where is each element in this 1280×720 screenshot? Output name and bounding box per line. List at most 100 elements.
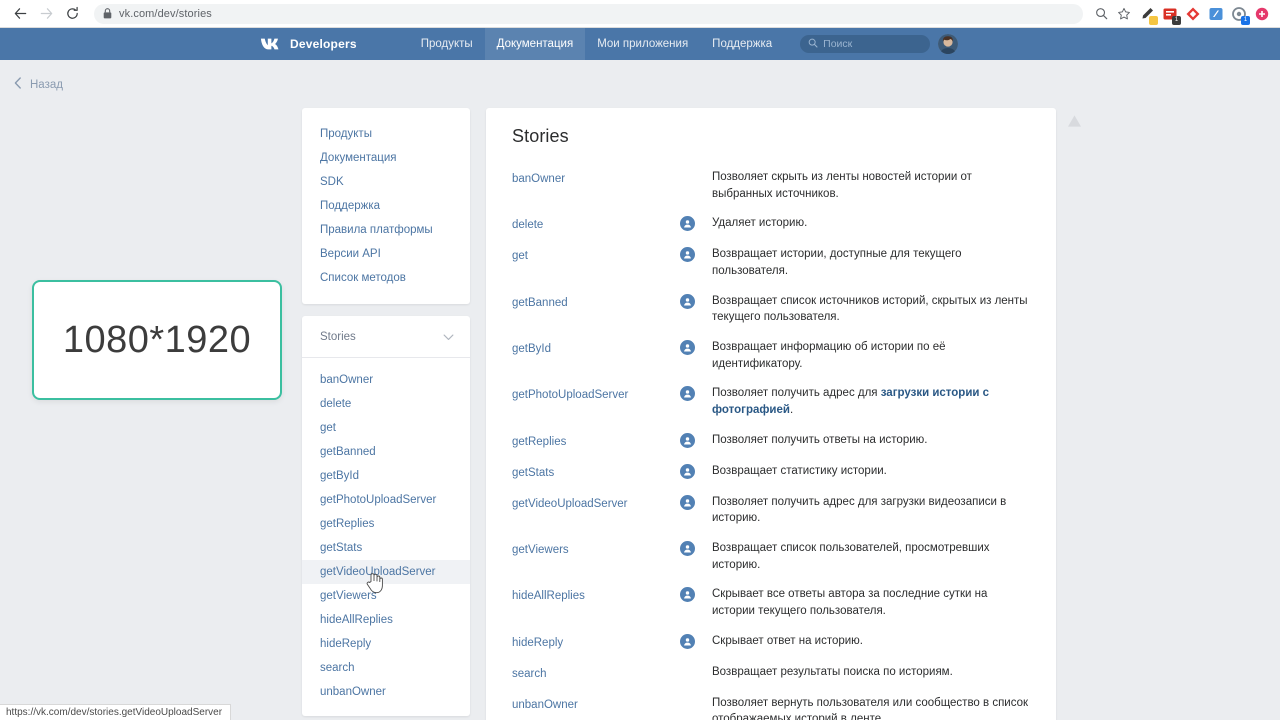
method-link-getReplies[interactable]: getReplies — [512, 436, 566, 448]
forward-arrow-icon — [34, 2, 58, 26]
method-name-cell: getViewers — [512, 540, 680, 586]
avatar[interactable] — [938, 34, 959, 54]
blue-square-extension-icon[interactable] — [1206, 4, 1226, 24]
nav-item-products[interactable]: Продукты — [409, 28, 485, 60]
nav-item-my-apps[interactable]: Мои приложения — [585, 28, 700, 60]
description-inline-link[interactable]: загрузки истории с фотографией — [712, 387, 989, 416]
sidebar-method-getViewers[interactable]: getViewers — [302, 584, 470, 608]
diamond-extension-icon[interactable] — [1183, 4, 1203, 24]
browser-toolbar-icons: 1 1 — [1091, 4, 1272, 25]
method-access-cell — [680, 540, 712, 586]
back-arrow-icon[interactable] — [8, 2, 32, 26]
method-name-cell: getBanned — [512, 293, 680, 339]
address-bar[interactable]: vk.com/dev/stories — [94, 3, 1083, 24]
methods-table: banOwner Позволяет скрыть из ленты новост… — [512, 169, 1030, 720]
resolution-callout-card: 1080*1920 — [32, 280, 282, 400]
method-access-cell — [680, 432, 712, 463]
method-link-unbanOwner[interactable]: unbanOwner — [512, 699, 578, 711]
table-row: hideAllReplies Скрывает все ответы автора… — [512, 586, 1030, 632]
vk-logo-link[interactable]: Developers — [250, 37, 357, 51]
method-link-banOwner[interactable]: banOwner — [512, 173, 565, 185]
method-access-cell — [680, 246, 712, 292]
method-link-getStats[interactable]: getStats — [512, 467, 554, 479]
method-name-cell: search — [512, 664, 680, 695]
sidebar-method-getPhotoUploadServer[interactable]: getPhotoUploadServer — [302, 488, 470, 512]
method-name-cell: hideAllReplies — [512, 586, 680, 632]
method-link-getPhotoUploadServer[interactable]: getPhotoUploadServer — [512, 389, 628, 401]
method-link-search[interactable]: search — [512, 668, 547, 680]
search-zoom-icon[interactable] — [1091, 4, 1111, 24]
vk-site-header: Developers Продукты Документация Мои при… — [0, 28, 1280, 60]
method-description-cell: Возвращает информацию об истории по её и… — [712, 341, 946, 370]
method-description-cell: Возвращает истории, доступные для текуще… — [712, 248, 962, 278]
method-link-getById[interactable]: getById — [512, 343, 551, 355]
sidebar-method-getById[interactable]: getById — [302, 464, 470, 488]
method-link-hideAllReplies[interactable]: hideAllReplies — [512, 590, 585, 602]
main-content-card: Stories banOwner Позволяет скрыть из лент… — [486, 108, 1056, 720]
user-access-icon — [680, 633, 695, 649]
sidebar-item-platform-rules[interactable]: Правила платформы — [302, 218, 470, 242]
table-row: get Возвращает истории, доступные для тек… — [512, 246, 1030, 292]
sidebar-method-getStats[interactable]: getStats — [302, 536, 470, 560]
method-name-cell: unbanOwner — [512, 695, 680, 720]
sidebar-item-documentation[interactable]: Документация — [302, 146, 470, 170]
method-access-cell — [680, 385, 712, 431]
sidebar-method-get[interactable]: get — [302, 416, 470, 440]
browser-nav-buttons — [8, 2, 84, 26]
extension-badge: 1 — [1241, 15, 1250, 25]
chevron-down-icon[interactable] — [443, 328, 454, 346]
sidebar-item-support[interactable]: Поддержка — [302, 194, 470, 218]
method-link-delete[interactable]: delete — [512, 219, 543, 231]
method-description-cell: Возвращает список пользователей, просмот… — [712, 542, 990, 571]
user-access-icon — [680, 541, 695, 557]
sidebar-methods-list: banOwner delete get getBanned getById ge… — [302, 358, 470, 704]
vk-header-right: Поиск — [800, 34, 959, 54]
star-icon[interactable] — [1114, 4, 1134, 24]
method-link-get[interactable]: get — [512, 250, 528, 262]
back-link[interactable]: Назад — [14, 76, 63, 94]
methods-section-title: Stories — [320, 331, 356, 343]
table-row: getBanned Возвращает список источников ис… — [512, 293, 1030, 339]
user-access-icon — [680, 293, 695, 309]
sidebar-method-delete[interactable]: delete — [302, 392, 470, 416]
method-access-cell — [680, 586, 712, 632]
vk-logo-icon — [260, 37, 282, 51]
method-name-cell: getStats — [512, 463, 680, 494]
sidebar-method-hideReply[interactable]: hideReply — [302, 632, 470, 656]
sidebar-method-getVideoUploadServer[interactable]: getVideoUploadServer — [302, 560, 470, 584]
red-download-extension-icon[interactable]: 1 — [1160, 4, 1181, 25]
user-access-icon — [680, 247, 695, 263]
method-link-getVideoUploadServer[interactable]: getVideoUploadServer — [512, 498, 628, 510]
sidebar-method-hideAllReplies[interactable]: hideAllReplies — [302, 608, 470, 632]
method-description-cell: Позволяет получить адрес для загрузки ис… — [712, 387, 990, 417]
method-link-hideReply[interactable]: hideReply — [512, 637, 563, 649]
sidebar-item-sdk[interactable]: SDK — [302, 170, 470, 194]
method-description-cell: Возвращает список источников историй, ск… — [712, 294, 1028, 324]
sidebar-method-getBanned[interactable]: getBanned — [302, 440, 470, 464]
methods-section-header[interactable]: Stories — [302, 316, 470, 358]
method-description-cell: Позволяет вернуть пользователя или сообщ… — [712, 696, 1029, 720]
sidebar-method-getReplies[interactable]: getReplies — [302, 512, 470, 536]
sidebar-method-unbanOwner[interactable]: unbanOwner — [302, 680, 470, 704]
method-name-cell: getPhotoUploadServer — [512, 385, 680, 431]
nav-item-support[interactable]: Поддержка — [700, 28, 784, 60]
search-input[interactable]: Поиск — [800, 35, 931, 53]
sidebar-method-search[interactable]: search — [302, 656, 470, 680]
sidebar-item-methods-list[interactable]: Список методов — [302, 266, 470, 290]
table-row: getById Возвращает информацию об истории … — [512, 339, 1030, 385]
sidebar-item-api-versions[interactable]: Версии API — [302, 242, 470, 266]
reload-icon[interactable] — [60, 2, 84, 26]
gray-circle-extension-icon[interactable]: 1 — [1229, 4, 1250, 25]
method-link-getBanned[interactable]: getBanned — [512, 297, 568, 309]
nav-item-documentation[interactable]: Документация — [484, 28, 586, 60]
method-access-cell — [680, 169, 712, 215]
method-description-cell: Возвращает статистику истории. — [712, 464, 887, 477]
method-access-cell — [680, 633, 712, 664]
sidebar-item-products[interactable]: Продукты — [302, 122, 470, 146]
pink-circle-extension-icon[interactable] — [1252, 4, 1272, 24]
method-link-getViewers[interactable]: getViewers — [512, 544, 569, 556]
user-access-icon — [680, 386, 695, 402]
eyedropper-extension-icon[interactable] — [1137, 4, 1158, 25]
sidebar-method-banOwner[interactable]: banOwner — [302, 368, 470, 392]
table-row: getViewers Возвращает список пользователе… — [512, 540, 1030, 586]
